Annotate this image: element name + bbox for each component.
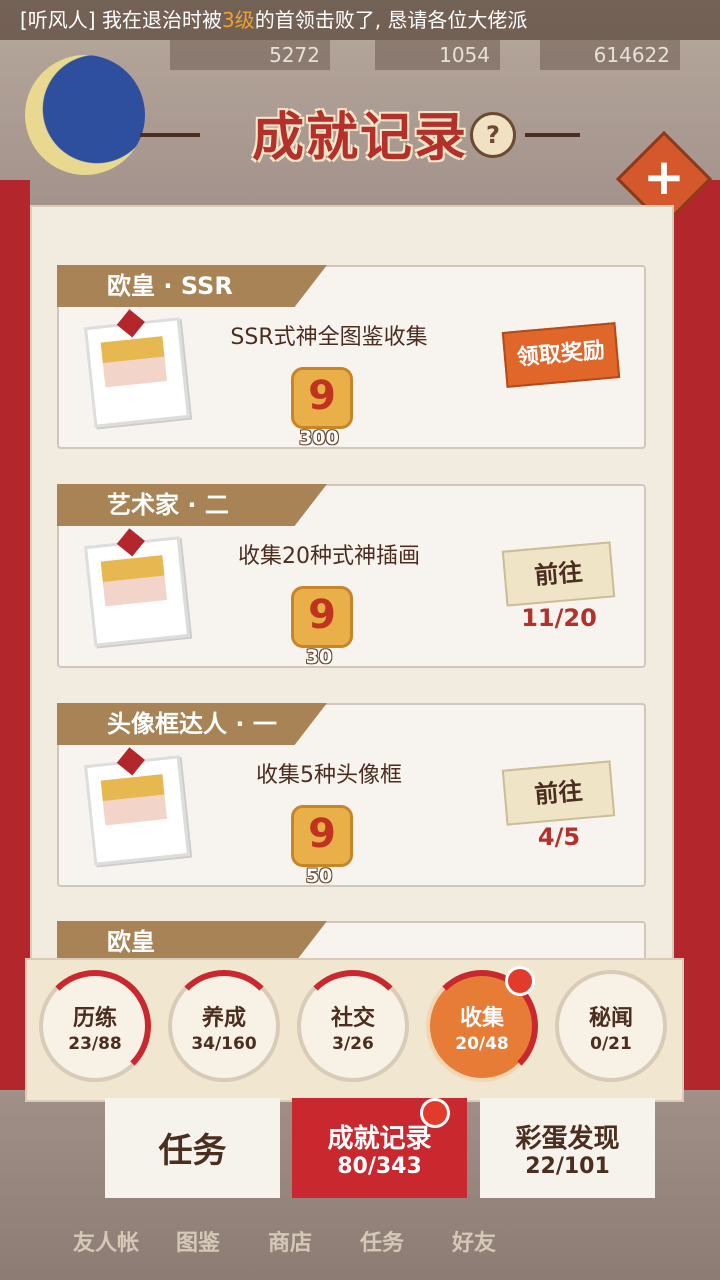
tab-label: 彩蛋发现 (515, 1124, 620, 1154)
achievement-card: 头像框达人 · 一 收集5种头像框 9 50 前往 4/5 (57, 703, 646, 887)
tab-easter-eggs[interactable]: 彩蛋发现 22/101 (480, 1098, 655, 1198)
card-description: 收集5种头像框 (256, 763, 402, 788)
close-icon: + (643, 148, 685, 206)
category-count: 20/48 (455, 1034, 509, 1054)
scroll-icon (83, 747, 191, 866)
progress-text: 4/5 (537, 823, 581, 851)
category-tab-social[interactable]: 社交 3/26 (297, 970, 409, 1082)
resource-2: 1054 (375, 40, 500, 70)
help-button[interactable]: ? (470, 112, 516, 158)
card-header: 头像框达人 · 一 (57, 703, 327, 745)
tab-count: 80/343 (337, 1154, 422, 1179)
jade-reward-icon: 9 (291, 805, 353, 867)
card-header: 艺术家 · 二 (57, 484, 327, 526)
tab-count: 22/101 (525, 1154, 610, 1179)
reward-amount: 30 (305, 646, 333, 668)
category-count: 23/88 (68, 1034, 122, 1054)
tab-label: 任务 (158, 1131, 227, 1171)
category-name: 社交 (330, 1006, 375, 1031)
dock-item-friends[interactable]: 友人帐 (60, 1225, 152, 1257)
dock-item-collection[interactable]: 图鉴 (152, 1225, 244, 1257)
reward-amount: 50 (305, 865, 333, 887)
achievement-card: 欧皇 · SSR SSR式神全图鉴收集 9 300 领取奖励 (57, 265, 646, 449)
category-name: 秘闻 (588, 1006, 633, 1031)
scroll-icon (83, 528, 191, 647)
notification-dot (420, 1098, 450, 1128)
category-tab-secrets[interactable]: 秘闻 0/21 (555, 970, 667, 1082)
dock-item-tasks[interactable]: 任务 (336, 1225, 428, 1257)
dock-item-friends-list[interactable]: 好友 (428, 1225, 520, 1257)
category-count: 0/21 (590, 1034, 632, 1054)
card-header: 欧皇 · SSR (57, 265, 327, 307)
tab-tasks[interactable]: 任务 (105, 1098, 280, 1198)
announcement-marquee: [听风人] 我在退治时被3级的首领击败了, 恳请各位大佬派 (0, 0, 720, 40)
jade-reward-icon: 9 (291, 586, 353, 648)
category-count: 34/160 (191, 1034, 257, 1054)
go-button[interactable]: 前往 (501, 760, 616, 826)
claim-reward-button[interactable]: 领取奖励 (501, 322, 621, 388)
category-name: 收集 (459, 1006, 504, 1031)
resource-3: 614622 (540, 40, 680, 70)
category-count: 3/26 (332, 1034, 374, 1054)
dock-item-shop[interactable]: 商店 (244, 1225, 336, 1257)
marquee-suffix: 的首领击败了, 恳请各位大佬派 (254, 8, 528, 32)
bottom-dock: 友人帐 图鉴 商店 任务 好友 (60, 1225, 520, 1265)
category-name: 历练 (72, 1006, 117, 1031)
category-tabbar: 历练 23/88 养成 34/160 社交 3/26 收集 20/48 秘闻 0… (25, 958, 684, 1102)
moon-decoration-icon (25, 55, 145, 175)
marquee-highlight: 3级 (221, 8, 255, 32)
notification-dot (505, 966, 535, 996)
achievement-list[interactable]: 欧皇 · SSR SSR式神全图鉴收集 9 300 领取奖励 艺术家 · 二 收… (30, 205, 674, 969)
marquee-prefix: [听风人] 我在退治时被 (20, 8, 222, 32)
jade-reward-icon: 9 (291, 367, 353, 429)
achievement-card: 艺术家 · 二 收集20种式神插画 9 30 前往 11/20 (57, 484, 646, 668)
category-tab-training[interactable]: 历练 23/88 (39, 970, 151, 1082)
page-title: 成就记录 (251, 108, 468, 168)
card-description: SSR式神全图鉴收集 (230, 325, 428, 350)
category-tab-growth[interactable]: 养成 34/160 (168, 970, 280, 1082)
scroll-icon (83, 309, 191, 428)
card-header: 欧皇 (57, 921, 327, 963)
progress-text: 11/20 (521, 604, 597, 632)
go-button[interactable]: 前往 (501, 541, 616, 607)
resource-1: 5272 (170, 40, 330, 70)
category-name: 养成 (201, 1006, 246, 1031)
reward-amount: 300 (299, 427, 339, 449)
card-description: 收集20种式神插画 (238, 544, 420, 569)
